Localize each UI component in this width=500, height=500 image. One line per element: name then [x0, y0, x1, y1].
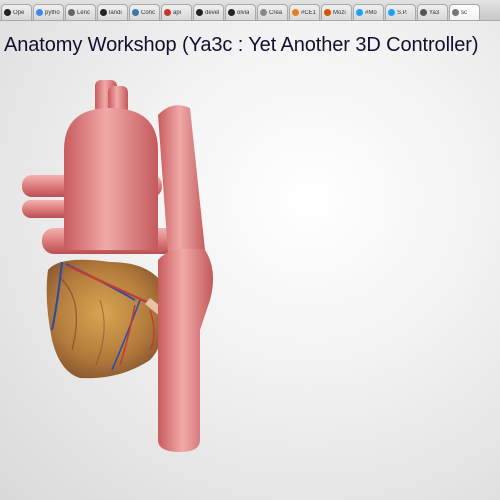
browser-tab[interactable]: Mozi	[321, 4, 352, 20]
page-icon	[260, 9, 267, 16]
python-icon	[132, 9, 139, 16]
page-icon	[324, 9, 331, 16]
browser-tab[interactable]: Conc	[129, 4, 160, 20]
page-title: Anatomy Workshop (Ya3c : Yet Another 3D …	[4, 34, 479, 56]
browser-tab-label: S.P.	[397, 9, 408, 16]
browser-tab[interactable]: sc	[449, 4, 480, 20]
browser-tab[interactable]: Ope	[1, 4, 32, 20]
google-icon	[36, 9, 43, 16]
browser-tab-label: landi	[109, 9, 122, 16]
browser-tab[interactable]: S.P.	[385, 4, 416, 20]
browser-tab-label: sc	[461, 9, 467, 16]
page-icon	[164, 9, 171, 16]
page-icon	[420, 9, 427, 16]
browser-tab-label: Crea	[269, 9, 283, 16]
browser-tab-label: Lenc	[77, 9, 91, 16]
browser-tab[interactable]: api	[161, 4, 192, 20]
browser-tab-label: Mozi	[333, 9, 346, 16]
browser-tab-label: pytho	[45, 9, 60, 16]
page-icon	[292, 9, 299, 16]
browser-tab-label: #Mo	[365, 9, 377, 16]
twitter-icon	[388, 9, 395, 16]
github-icon	[228, 9, 235, 16]
heart-ventricles	[46, 259, 170, 379]
browser-tab[interactable]: #Mo	[353, 4, 384, 20]
github-icon	[100, 9, 107, 16]
page-icon	[452, 9, 459, 16]
github-icon	[196, 9, 203, 16]
browser-tab-label: api	[173, 9, 182, 16]
browser-tab-label: Conc	[141, 9, 156, 16]
browser-tab-label: olvia	[237, 9, 250, 16]
browser-tab[interactable]: landi	[97, 4, 128, 20]
vena-cava	[158, 248, 214, 452]
browser-tab[interactable]: Lenc	[65, 4, 96, 20]
browser-tab-label: devel	[205, 9, 220, 16]
browser-tab[interactable]: olvia	[225, 4, 256, 20]
browser-tab-label: Ope	[13, 9, 25, 16]
browser-tab[interactable]: devel	[193, 4, 224, 20]
browser-tab[interactable]: #CE1	[289, 4, 320, 20]
browser-tab[interactable]: pytho	[33, 4, 64, 20]
browser-tab-label: Ya3	[429, 9, 440, 16]
heart-model[interactable]	[0, 60, 500, 500]
browser-tab[interactable]: Crea	[257, 4, 288, 20]
browser-tab-bar: Ope pytho Lenc landi Conc api devel olvia Crea #C…	[0, 0, 500, 21]
twitter-icon	[356, 9, 363, 16]
browser-tab[interactable]: Ya3	[417, 4, 448, 20]
page-icon	[68, 9, 75, 16]
github-icon	[4, 9, 11, 16]
3d-viewer[interactable]	[0, 60, 500, 500]
browser-tab-label: #CE1	[301, 9, 317, 16]
